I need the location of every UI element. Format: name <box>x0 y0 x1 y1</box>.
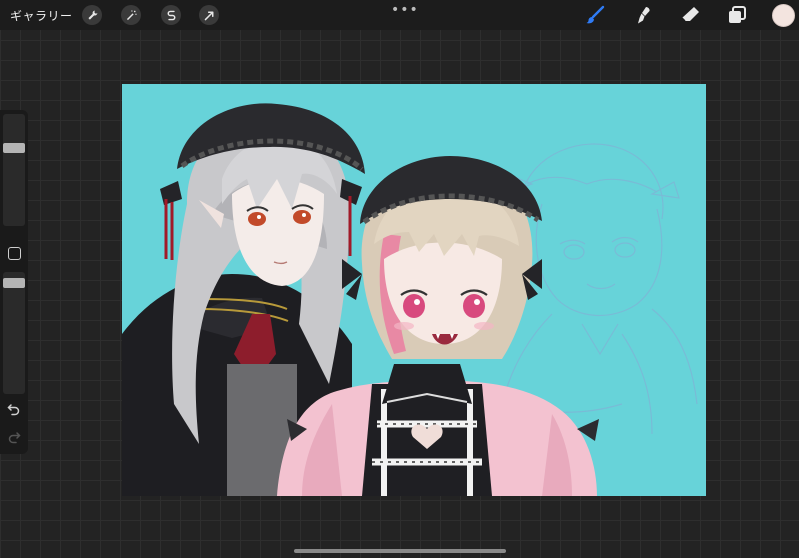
top-toolbar: ギャラリー ••• <box>0 0 799 30</box>
layers-icon[interactable] <box>726 4 748 26</box>
transform-button[interactable] <box>199 5 219 25</box>
redo-icon[interactable] <box>7 430 21 444</box>
actions-button[interactable] <box>82 5 102 25</box>
eraser-icon[interactable] <box>679 4 701 26</box>
color-picker-swatch[interactable] <box>772 4 795 27</box>
wrench-icon <box>87 10 97 20</box>
magic-wand-icon <box>126 9 137 20</box>
opacity-slider[interactable] <box>3 272 25 394</box>
drawing-canvas[interactable] <box>122 84 706 496</box>
modify-button[interactable] <box>8 247 21 260</box>
smudge-icon[interactable] <box>632 4 654 26</box>
brush-size-slider[interactable] <box>3 114 25 226</box>
adjustments-button[interactable] <box>121 5 141 25</box>
opacity-thumb[interactable] <box>3 277 25 288</box>
left-sidebar <box>0 110 28 454</box>
home-indicator <box>294 549 506 553</box>
gallery-button[interactable]: ギャラリー <box>10 7 73 24</box>
more-menu[interactable]: ••• <box>391 2 419 18</box>
undo-icon[interactable] <box>7 402 21 416</box>
selection-s-icon <box>167 10 175 20</box>
brush-icon[interactable] <box>584 4 606 26</box>
canvas-illustration <box>122 103 698 496</box>
selection-button[interactable] <box>161 5 181 25</box>
arrow-transform-icon <box>204 11 213 20</box>
brush-size-thumb[interactable] <box>3 142 25 153</box>
